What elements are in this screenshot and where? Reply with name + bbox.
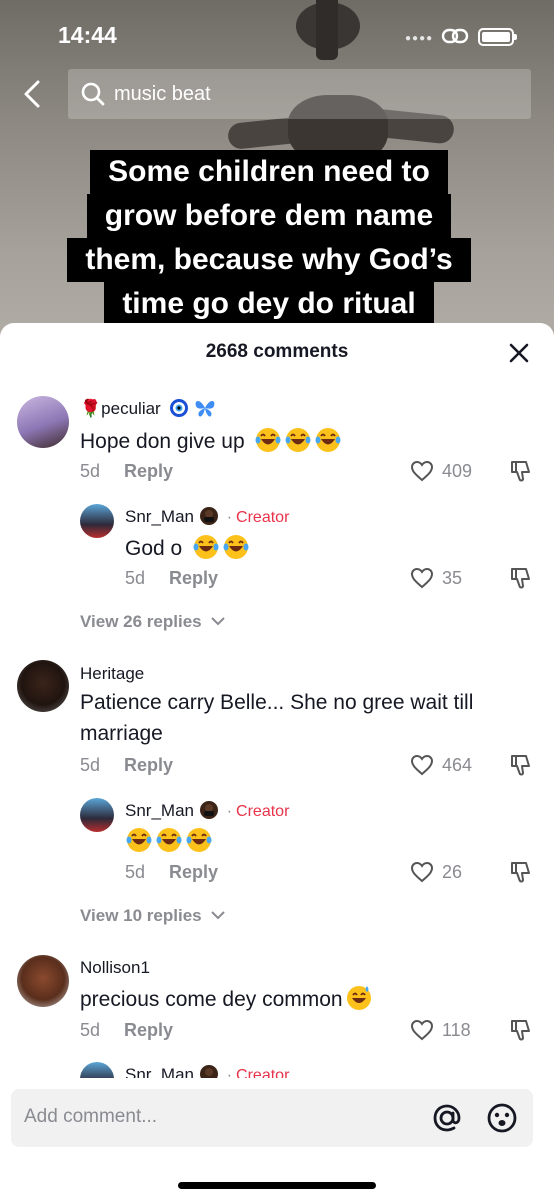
signal-icon: ●●●● bbox=[405, 33, 434, 44]
butterfly-icon bbox=[195, 401, 215, 417]
creator-badge: Creator bbox=[236, 509, 290, 526]
heart-icon[interactable] bbox=[410, 861, 434, 883]
heart-icon[interactable] bbox=[410, 567, 434, 589]
search-bar[interactable]: music beat bbox=[68, 69, 531, 119]
evil-eye-icon bbox=[170, 399, 189, 417]
laughing-emoji-icon bbox=[285, 428, 311, 452]
laughing-emoji-icon bbox=[315, 428, 341, 452]
mention-icon[interactable] bbox=[430, 1101, 464, 1135]
search-icon bbox=[81, 82, 105, 106]
comment-composer[interactable]: Add comment... bbox=[11, 1089, 533, 1147]
comment-time: 5d bbox=[80, 755, 101, 775]
reply-username[interactable]: Snr_Man · Creator bbox=[125, 800, 289, 821]
comment-time: 5d bbox=[80, 461, 101, 481]
back-arrow-icon[interactable] bbox=[16, 76, 52, 112]
reply-username[interactable]: Snr_Man · Creator bbox=[125, 1064, 289, 1078]
emoji-picker-icon[interactable] bbox=[485, 1101, 519, 1135]
reply-username[interactable]: Snr_Man · Creator bbox=[125, 506, 289, 527]
partial-reply: Snr_Man · Creator bbox=[0, 1058, 554, 1078]
like-count: 464 bbox=[442, 755, 473, 775]
avatar[interactable] bbox=[17, 955, 69, 1007]
view-replies-label: View 10 replies bbox=[80, 906, 202, 925]
caption-line: grow before dem name bbox=[86, 194, 452, 238]
rose-icon: 🌹 bbox=[80, 399, 102, 418]
creator-badge: Creator bbox=[236, 803, 290, 820]
avatar[interactable] bbox=[80, 798, 114, 832]
laughing-emoji-icon bbox=[193, 535, 219, 559]
home-indicator[interactable] bbox=[178, 1182, 376, 1189]
like-count: 26 bbox=[442, 862, 463, 882]
reply-time: 5d bbox=[125, 568, 146, 588]
username-text: Snr_Man bbox=[125, 801, 194, 820]
reply-button[interactable]: Reply bbox=[124, 1020, 173, 1041]
reply-button[interactable]: Reply bbox=[124, 461, 173, 482]
dislike-icon[interactable] bbox=[508, 566, 532, 590]
video-caption: Some children need to grow before dem na… bbox=[46, 150, 492, 326]
creator-badge: Creator bbox=[236, 1067, 290, 1078]
laughing-emoji-icon bbox=[186, 828, 212, 852]
search-query: music beat bbox=[114, 83, 211, 105]
chevron-down-icon bbox=[211, 617, 226, 626]
heart-icon[interactable] bbox=[410, 754, 434, 776]
laughing-emoji-icon bbox=[223, 535, 249, 559]
heart-icon[interactable] bbox=[410, 460, 434, 482]
like-count: 409 bbox=[442, 461, 473, 481]
status-bar: 14:44 ●●●● bbox=[0, 0, 554, 70]
laughing-emoji-icon bbox=[255, 428, 281, 452]
like-count: 118 bbox=[442, 1020, 471, 1040]
grinning-sweat-emoji-icon bbox=[346, 986, 371, 1010]
person-emoji-icon bbox=[199, 507, 218, 525]
view-replies-button[interactable]: View 10 replies bbox=[80, 906, 226, 926]
reply-button[interactable]: Reply bbox=[169, 862, 218, 883]
comments-sheet: 2668 comments 🌹peculiar Hope don give up bbox=[0, 323, 554, 1200]
link-icon bbox=[441, 28, 469, 44]
dislike-icon[interactable] bbox=[508, 753, 532, 777]
laughing-emoji-icon bbox=[156, 828, 182, 852]
comment-username[interactable]: Heritage bbox=[80, 664, 144, 684]
avatar[interactable] bbox=[17, 660, 69, 712]
avatar[interactable] bbox=[80, 1062, 114, 1078]
chevron-down-icon bbox=[211, 911, 226, 920]
view-replies-label: View 26 replies bbox=[80, 612, 202, 631]
caption-line: Some children need to bbox=[90, 150, 448, 194]
caption-line: time go dey do ritual bbox=[104, 282, 434, 326]
comment-text: precious come dey common bbox=[80, 984, 371, 1015]
dislike-icon[interactable] bbox=[508, 459, 532, 483]
view-replies-button[interactable]: View 26 replies bbox=[80, 612, 226, 632]
username-text: Snr_Man bbox=[125, 1065, 194, 1078]
comment-username[interactable]: Nollison1 bbox=[80, 958, 150, 978]
like-count: 35 bbox=[442, 568, 463, 588]
dislike-icon[interactable] bbox=[508, 860, 532, 884]
comment-username[interactable]: 🌹peculiar bbox=[80, 398, 216, 419]
avatar[interactable] bbox=[17, 396, 69, 448]
add-comment-input[interactable]: Add comment... bbox=[24, 1106, 157, 1128]
close-icon[interactable] bbox=[506, 340, 532, 366]
reply-time: 5d bbox=[125, 862, 146, 882]
comment-time: 5d bbox=[80, 1020, 101, 1040]
avatar[interactable] bbox=[80, 504, 114, 538]
battery-icon bbox=[478, 28, 517, 46]
reply-button[interactable]: Reply bbox=[169, 568, 218, 589]
reply-text bbox=[125, 826, 212, 857]
reply-text: God o bbox=[125, 533, 249, 564]
comment-text: Hope don give up bbox=[80, 426, 341, 457]
reply-button[interactable]: Reply bbox=[124, 755, 173, 776]
username-text: peculiar bbox=[101, 399, 161, 418]
username-text: Snr_Man bbox=[125, 507, 194, 526]
person-emoji-icon bbox=[199, 1065, 218, 1078]
comment-text: Patience carry Belle... She no gree wait… bbox=[80, 691, 474, 745]
laughing-emoji-icon bbox=[126, 828, 152, 852]
dislike-icon[interactable] bbox=[508, 1018, 532, 1042]
status-time: 14:44 bbox=[58, 22, 117, 48]
person-emoji-icon bbox=[199, 801, 218, 819]
heart-icon[interactable] bbox=[410, 1019, 434, 1041]
comments-count-title: 2668 comments bbox=[205, 341, 349, 362]
caption-line: them, because why God’s bbox=[67, 238, 471, 282]
